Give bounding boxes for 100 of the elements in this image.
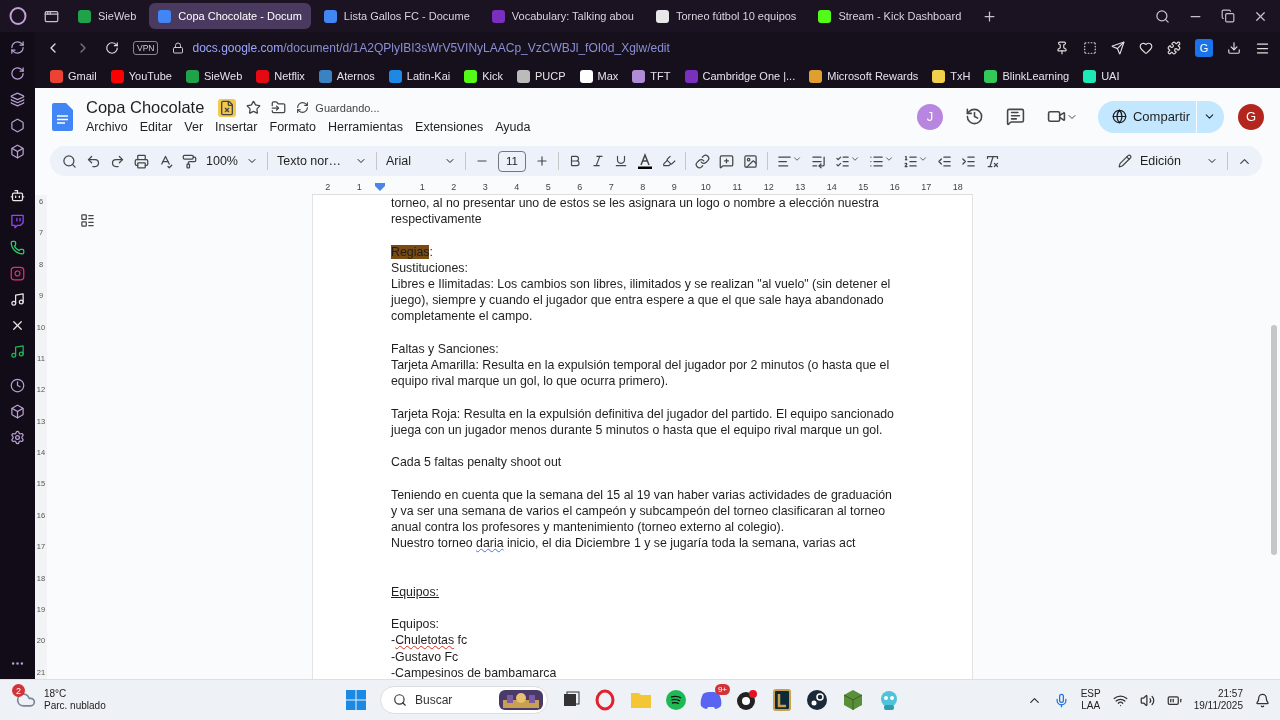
vpn-badge[interactable]: VPN xyxy=(133,41,159,55)
browser-tab[interactable]: Stream - Kick Dashboard xyxy=(809,3,971,29)
pin-icon[interactable] xyxy=(1055,41,1069,55)
offline-icon[interactable] xyxy=(218,98,237,117)
bot-icon[interactable] xyxy=(10,188,25,203)
address-field[interactable]: docs.google.com/document/d/1A2QPlyIBI3sWrV5VINyLAACp_VzCWBJl_fOI0d_Xglw/edit xyxy=(192,41,670,55)
account-avatar[interactable]: G xyxy=(1238,103,1264,130)
menu-item[interactable]: Archivo xyxy=(80,119,134,135)
zoom-dropdown[interactable]: 100% xyxy=(206,154,258,168)
instagram-icon[interactable] xyxy=(10,266,25,281)
line-spacing-icon[interactable] xyxy=(811,153,826,169)
mascot-icon[interactable] xyxy=(878,689,900,711)
bookmark[interactable]: Latin-Kai xyxy=(381,69,458,83)
rotate-icon[interactable] xyxy=(10,66,25,81)
menu-item[interactable]: Insertar xyxy=(209,119,264,135)
cube-icon[interactable] xyxy=(10,404,25,419)
clock[interactable]: 21:57 19/11/2025 xyxy=(1193,688,1243,712)
bookmark[interactable]: BlinkLearning xyxy=(977,69,1077,83)
italic-icon[interactable] xyxy=(591,154,605,168)
style-dropdown[interactable]: Texto nor… xyxy=(277,154,367,168)
document-title[interactable]: Copa Chocolate xyxy=(86,98,205,117)
history-icon[interactable] xyxy=(965,107,984,126)
highlighter-icon[interactable] xyxy=(662,154,676,168)
share-button[interactable]: Compartir xyxy=(1098,100,1224,133)
bookmark[interactable]: TxH xyxy=(925,69,978,83)
browser-tab[interactable]: Lista Gallos FC - Docume xyxy=(314,3,479,29)
discord-icon[interactable] xyxy=(700,691,722,709)
print-icon[interactable] xyxy=(134,153,149,169)
volume-icon[interactable] xyxy=(1139,692,1155,708)
opera-app-icon[interactable] xyxy=(594,689,616,711)
search-icon[interactable] xyxy=(1155,8,1170,24)
browser-tab[interactable]: SieWeb xyxy=(69,3,146,29)
browser-tab[interactable]: Copa Chocolate - Docum xyxy=(149,3,311,29)
add-comment-icon[interactable] xyxy=(719,153,734,169)
redo-icon[interactable] xyxy=(110,153,125,169)
settings-icon[interactable] xyxy=(10,430,25,445)
box-icon[interactable] xyxy=(10,144,25,159)
microphone-icon[interactable] xyxy=(1053,692,1069,708)
spotify-icon[interactable] xyxy=(666,690,686,710)
stack-icon[interactable] xyxy=(10,92,25,107)
underline-icon[interactable] xyxy=(614,154,628,168)
tiktok-icon[interactable] xyxy=(10,292,25,307)
heart-icon[interactable] xyxy=(1139,41,1153,55)
x-icon[interactable] xyxy=(10,318,25,333)
bookmark[interactable]: YouTube xyxy=(103,69,179,83)
indent-marker-icon[interactable] xyxy=(375,182,385,191)
menu-item[interactable]: Herramientas xyxy=(322,119,410,135)
checklist-icon[interactable] xyxy=(835,153,850,169)
recorder-icon[interactable] xyxy=(736,689,758,711)
taskbar-search[interactable]: Buscar xyxy=(380,686,548,714)
bookmark[interactable]: PUCP xyxy=(510,69,573,83)
indent-decrease-icon[interactable] xyxy=(937,153,952,169)
outline-icon[interactable] xyxy=(80,213,95,228)
docs-logo-icon[interactable] xyxy=(52,102,73,131)
hexagon-icon[interactable] xyxy=(10,118,25,133)
font-dropdown[interactable]: Arial xyxy=(386,154,456,168)
bookmark[interactable]: Gmail xyxy=(43,69,104,83)
bookmark[interactable]: TFT xyxy=(625,69,678,83)
refresh-icon[interactable] xyxy=(10,40,25,55)
star-icon[interactable] xyxy=(246,100,262,115)
snapshot-icon[interactable] xyxy=(1083,41,1097,55)
spellcheck-icon[interactable] xyxy=(158,153,173,169)
whatsapp-icon[interactable] xyxy=(10,240,25,255)
bold-icon[interactable] xyxy=(568,154,582,168)
bookmark[interactable]: Aternos xyxy=(311,69,382,83)
new-tab-icon[interactable] xyxy=(982,8,998,24)
increase-size-icon[interactable] xyxy=(535,154,549,168)
spotify-icon[interactable] xyxy=(10,344,25,359)
game-icon[interactable] xyxy=(772,689,792,711)
reload-icon[interactable] xyxy=(105,41,119,55)
twitch-icon[interactable] xyxy=(10,214,25,229)
bookmark[interactable]: Cambridge One |... xyxy=(677,69,803,83)
indent-increase-icon[interactable] xyxy=(961,153,976,169)
font-size-field[interactable]: 11 xyxy=(498,150,526,172)
undo-icon[interactable] xyxy=(86,153,101,169)
image-icon[interactable] xyxy=(743,153,758,169)
cube-icon[interactable] xyxy=(842,689,864,711)
opera-logo-icon[interactable] xyxy=(8,7,27,25)
download-icon[interactable] xyxy=(1227,41,1241,55)
menu-item[interactable]: Ayuda xyxy=(489,119,537,135)
account-button[interactable]: G xyxy=(1195,39,1213,57)
bullet-list-icon[interactable] xyxy=(869,153,884,169)
bookmark[interactable]: Max xyxy=(572,69,626,83)
wifi-icon[interactable] xyxy=(1112,692,1128,708)
move-folder-icon[interactable] xyxy=(271,100,287,115)
scrollbar-thumb[interactable] xyxy=(1271,325,1277,555)
tab-strip-icon[interactable] xyxy=(44,8,59,24)
clock-icon[interactable] xyxy=(10,378,25,393)
text-color-icon[interactable] xyxy=(637,153,653,169)
notifications-icon[interactable] xyxy=(1255,692,1270,708)
menu-item[interactable]: Editar xyxy=(133,119,179,135)
clear-formatting-icon[interactable] xyxy=(985,153,1000,169)
browser-tab[interactable]: Torneo fútbol 10 equipos xyxy=(646,3,806,29)
steam-icon[interactable] xyxy=(806,689,828,711)
bookmark[interactable]: Netflix xyxy=(249,69,312,83)
task-view-icon[interactable] xyxy=(562,691,580,709)
bookmark[interactable]: Microsoft Rewards xyxy=(802,69,926,83)
search-icon[interactable] xyxy=(62,153,77,169)
editing-mode-dropdown[interactable]: Edición xyxy=(1118,154,1218,168)
bookmark[interactable]: Kick xyxy=(457,69,510,83)
